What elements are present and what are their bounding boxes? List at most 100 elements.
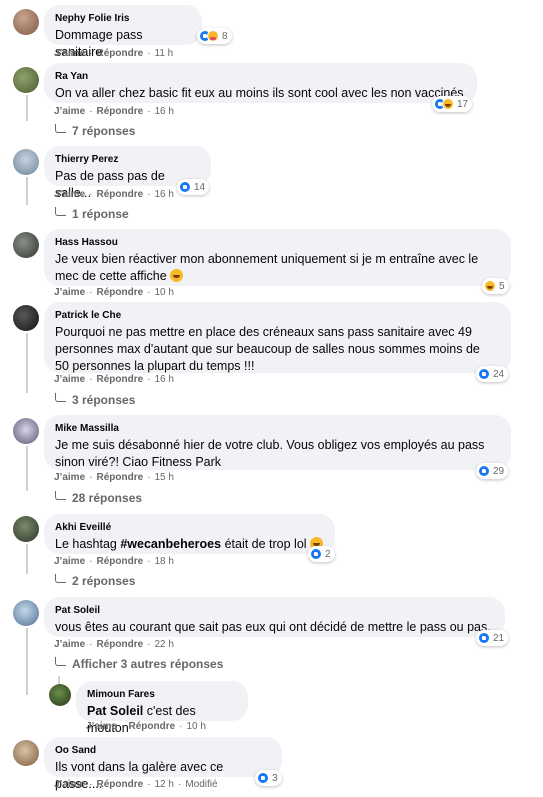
comment-text: vous êtes au courant que sait pas eux qu… bbox=[55, 620, 491, 634]
like-button[interactable]: J’aime bbox=[54, 556, 85, 567]
comment-actions: J’aime · Répondre · 15 h bbox=[54, 472, 174, 483]
timestamp[interactable]: 10 h bbox=[155, 287, 174, 298]
comment-bubble: Hass Hassou Je veux bien réactiver mon a… bbox=[44, 229, 511, 286]
reply-button[interactable]: Répondre bbox=[96, 287, 143, 298]
timestamp[interactable]: 11 h bbox=[155, 48, 174, 59]
view-replies-button[interactable]: 3 réponses bbox=[55, 393, 135, 407]
comment-actions: J’aime · Répondre · 10 h bbox=[86, 721, 206, 732]
comment-actions: J’aime · Répondre · 18 h bbox=[54, 556, 174, 567]
avatar[interactable] bbox=[13, 740, 39, 766]
timestamp[interactable]: 18 h bbox=[155, 556, 174, 567]
like-button[interactable]: J’aime bbox=[54, 639, 85, 650]
reaction-count[interactable]: 2 bbox=[308, 546, 335, 562]
reply-button[interactable]: Répondre bbox=[96, 779, 143, 790]
reaction-count[interactable]: 14 bbox=[177, 179, 210, 195]
comment-actions: J’aime · Répondre · 16 h bbox=[54, 106, 174, 117]
comment-author[interactable]: Ra Yan bbox=[55, 70, 466, 83]
like-button[interactable]: J’aime bbox=[54, 374, 85, 385]
comment-actions: J’aime · Répondre · 12 h · Modifié bbox=[54, 779, 218, 790]
avatar[interactable] bbox=[13, 418, 39, 444]
comment-bubble: Patrick le Che Pourquoi ne pas mettre en… bbox=[44, 302, 511, 373]
reaction-count[interactable]: 17 bbox=[432, 96, 473, 112]
comment-actions: J’aime · Répondre · 11 h bbox=[54, 48, 174, 59]
comment-bubble: Mike Massilla Je me suis désabonné hier … bbox=[44, 415, 511, 470]
reply-arrow-icon bbox=[55, 207, 66, 216]
like-button[interactable]: J’aime bbox=[54, 779, 85, 790]
timestamp[interactable]: 16 h bbox=[155, 374, 174, 385]
like-button[interactable]: J’aime bbox=[54, 189, 85, 200]
comment-author[interactable]: Akhi Eveillé bbox=[55, 521, 324, 534]
reply-button[interactable]: Répondre bbox=[96, 189, 143, 200]
view-more-replies-button[interactable]: Afficher 3 autres réponses bbox=[55, 657, 223, 671]
thread-line bbox=[26, 446, 28, 491]
like-icon bbox=[478, 368, 490, 380]
like-icon bbox=[310, 548, 322, 560]
edited-label[interactable]: Modifié bbox=[185, 779, 217, 790]
like-icon bbox=[179, 181, 191, 193]
avatar[interactable] bbox=[49, 684, 71, 706]
comment-author[interactable]: Oo Sand bbox=[55, 744, 271, 757]
reply-button[interactable]: Répondre bbox=[96, 48, 143, 59]
reaction-count[interactable]: 8 bbox=[197, 28, 232, 44]
reaction-count[interactable]: 5 bbox=[482, 278, 509, 294]
timestamp[interactable]: 10 h bbox=[187, 721, 206, 732]
comment-author[interactable]: Nephy Folie Iris bbox=[55, 12, 191, 25]
like-button[interactable]: J’aime bbox=[54, 287, 85, 298]
smile-emoji-icon bbox=[170, 269, 184, 282]
timestamp[interactable]: 22 h bbox=[155, 639, 174, 650]
comment-author[interactable]: Patrick le Che bbox=[55, 309, 500, 322]
like-icon bbox=[478, 632, 490, 644]
like-button[interactable]: J’aime bbox=[54, 472, 85, 483]
like-button[interactable]: J’aime bbox=[54, 106, 85, 117]
timestamp[interactable]: 16 h bbox=[155, 106, 174, 117]
comment-text: Je veux bien réactiver mon abonnement un… bbox=[55, 252, 479, 283]
thread-line bbox=[26, 177, 28, 205]
like-button[interactable]: J’aime bbox=[54, 48, 85, 59]
avatar[interactable] bbox=[13, 305, 39, 331]
comment-actions: J’aime · Répondre · 22 h bbox=[54, 639, 174, 650]
reaction-count[interactable]: 24 bbox=[476, 366, 509, 382]
comment-author[interactable]: Pat Soleil bbox=[55, 604, 494, 617]
avatar[interactable] bbox=[13, 516, 39, 542]
reply-arrow-icon bbox=[55, 124, 66, 133]
view-replies-button[interactable]: 28 réponses bbox=[55, 491, 142, 505]
comment-actions: J’aime · Répondre · 10 h bbox=[54, 287, 174, 298]
avatar[interactable] bbox=[13, 149, 39, 175]
comment-bubble: Ra Yan On va aller chez basic fit eux au… bbox=[44, 63, 477, 103]
reaction-count[interactable]: 21 bbox=[476, 630, 509, 646]
timestamp[interactable]: 12 h bbox=[155, 779, 174, 790]
comment-author[interactable]: Thierry Perez bbox=[55, 153, 200, 166]
reply-button[interactable]: Répondre bbox=[96, 374, 143, 385]
haha-icon bbox=[442, 98, 454, 110]
reaction-count[interactable]: 3 bbox=[255, 770, 282, 786]
avatar[interactable] bbox=[13, 232, 39, 258]
view-replies-button[interactable]: 2 réponses bbox=[55, 574, 135, 588]
thread-line bbox=[26, 544, 28, 574]
view-replies-button[interactable]: 7 réponses bbox=[55, 124, 135, 138]
timestamp[interactable]: 16 h bbox=[155, 189, 174, 200]
comment-author[interactable]: Hass Hassou bbox=[55, 236, 500, 249]
reply-button[interactable]: Répondre bbox=[96, 472, 143, 483]
comment-author[interactable]: Mike Massilla bbox=[55, 422, 500, 435]
like-button[interactable]: J’aime bbox=[86, 721, 117, 732]
comment-text: Pourquoi ne pas mettre en place des crén… bbox=[55, 325, 480, 373]
avatar[interactable] bbox=[13, 9, 39, 35]
avatar[interactable] bbox=[13, 67, 39, 93]
view-replies-button[interactable]: 1 réponse bbox=[55, 207, 129, 221]
avatar[interactable] bbox=[13, 600, 39, 626]
mention-link[interactable]: Pat Soleil bbox=[87, 704, 143, 718]
thread-line bbox=[26, 628, 28, 695]
hashtag-link[interactable]: #wecanbeheroes bbox=[120, 537, 221, 551]
reply-arrow-icon bbox=[55, 491, 66, 500]
comment-bubble: Nephy Folie Iris Dommage pass sanitaire bbox=[44, 5, 202, 59]
comment-actions: J’aime · Répondre · 16 h bbox=[54, 374, 174, 385]
reaction-count[interactable]: 29 bbox=[476, 463, 509, 479]
comment-author[interactable]: Mimoun Fares bbox=[87, 688, 237, 701]
reply-button[interactable]: Répondre bbox=[96, 106, 143, 117]
comment-bubble: Mimoun Fares Pat Soleil c'est des mouton bbox=[76, 681, 248, 735]
reply-button[interactable]: Répondre bbox=[96, 556, 143, 567]
reply-button[interactable]: Répondre bbox=[128, 721, 175, 732]
reply-button[interactable]: Répondre bbox=[96, 639, 143, 650]
care-icon bbox=[207, 30, 219, 42]
timestamp[interactable]: 15 h bbox=[155, 472, 174, 483]
